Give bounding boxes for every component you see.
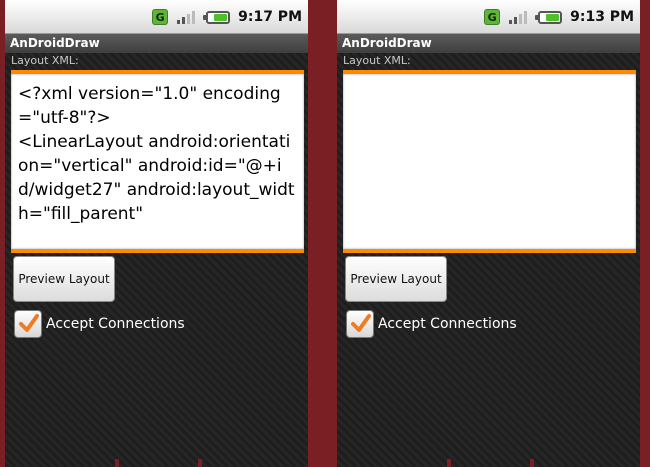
- preview-layout-label: Preview Layout: [18, 272, 110, 286]
- checkmark-icon: [19, 314, 39, 332]
- layout-xml-input[interactable]: <?xml version="1.0" encoding="utf-8"?> <…: [11, 70, 304, 253]
- status-icons: G 9:17 PM: [152, 8, 302, 26]
- bezel-notch: [447, 459, 451, 467]
- checkmark-icon: [351, 314, 371, 332]
- accept-connections-row[interactable]: Accept Connections: [14, 310, 185, 338]
- app-title: AnDroidDraw: [342, 36, 432, 50]
- accept-connections-checkbox[interactable]: [346, 310, 374, 338]
- layout-xml-label: Layout XML:: [343, 54, 411, 67]
- accept-connections-checkbox[interactable]: [14, 310, 42, 338]
- battery-icon: [535, 10, 563, 24]
- preview-layout-label: Preview Layout: [350, 272, 442, 286]
- app-title-bar: AnDroidDraw: [337, 34, 640, 53]
- status-icons: G 9:13 PM: [484, 8, 634, 26]
- bottom-bezel-tabs: [337, 459, 640, 467]
- network-g-icon: G: [484, 9, 501, 25]
- accept-connections-label: Accept Connections: [46, 316, 185, 332]
- status-clock: 9:13 PM: [570, 9, 634, 25]
- phone-screen-left: G 9:17 PM AnDroidDraw Layout XML: <?xml …: [5, 0, 308, 467]
- layout-xml-text: <?xml version="1.0" encoding="utf-8"?> <…: [18, 84, 295, 224]
- status-bar: G 9:17 PM: [5, 0, 308, 34]
- bezel-notch: [530, 459, 534, 467]
- network-g-icon: G: [152, 9, 169, 25]
- bezel-notch: [115, 459, 119, 467]
- layout-xml-input[interactable]: [343, 70, 636, 253]
- bezel-notch: [198, 459, 202, 467]
- accept-connections-row[interactable]: Accept Connections: [346, 310, 517, 338]
- app-title: AnDroidDraw: [10, 36, 100, 50]
- signal-strength-icon: [177, 11, 196, 24]
- bottom-bezel-tabs: [5, 459, 308, 467]
- accept-connections-label: Accept Connections: [378, 316, 517, 332]
- signal-strength-icon: [509, 11, 528, 24]
- preview-layout-button[interactable]: Preview Layout: [345, 256, 447, 302]
- layout-xml-label: Layout XML:: [11, 54, 79, 67]
- battery-icon: [203, 10, 231, 24]
- status-clock: 9:17 PM: [238, 9, 302, 25]
- phone-screen-right: G 9:13 PM AnDroidDraw Layout XML: Previe…: [337, 0, 640, 467]
- app-title-bar: AnDroidDraw: [5, 34, 308, 53]
- status-bar: G 9:13 PM: [337, 0, 640, 34]
- preview-layout-button[interactable]: Preview Layout: [13, 256, 115, 302]
